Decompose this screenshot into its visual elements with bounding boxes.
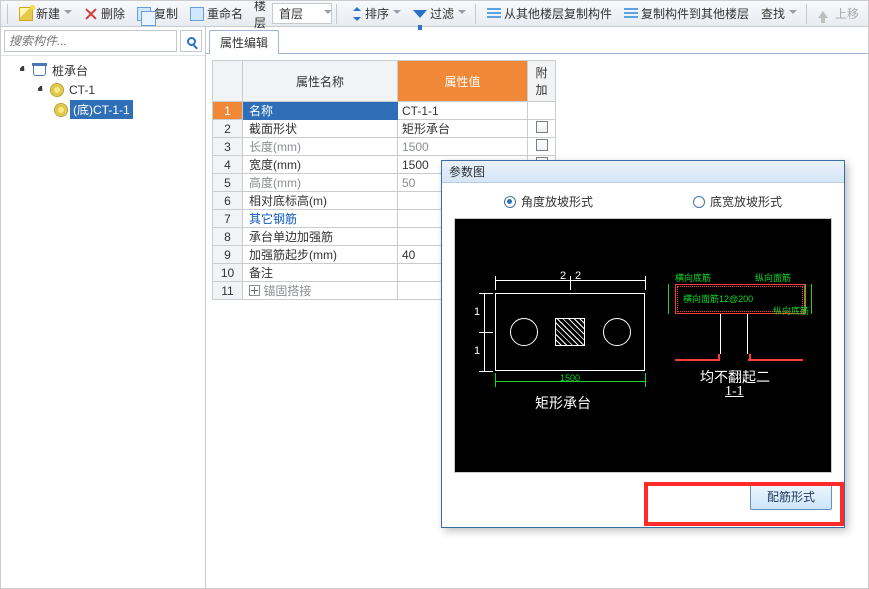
radio-icon bbox=[693, 196, 705, 208]
copy-from-button[interactable]: 从其他楼层复制构件 bbox=[482, 2, 617, 25]
gear-icon bbox=[55, 104, 67, 116]
new-icon bbox=[19, 7, 33, 21]
find-button[interactable]: 查找 bbox=[756, 2, 802, 25]
copy-to-button[interactable]: 复制构件到其他楼层 bbox=[619, 2, 754, 25]
copy-button[interactable]: 复制 bbox=[132, 2, 183, 25]
search-icon bbox=[187, 37, 196, 46]
delete-button[interactable]: 删除 bbox=[79, 2, 130, 25]
collapse-icon[interactable] bbox=[37, 85, 48, 96]
table-row[interactable]: 2截面形状矩形承台 bbox=[213, 120, 556, 138]
rename-button[interactable]: 重命名 bbox=[185, 2, 248, 25]
tab-properties[interactable]: 属性编辑 bbox=[209, 30, 279, 54]
main-toolbar: 新建 删除 复制 重命名 楼层 首层 排序 过滤 bbox=[1, 1, 868, 27]
rename-icon bbox=[190, 7, 204, 21]
extra-checkbox[interactable] bbox=[528, 120, 556, 138]
search-input[interactable] bbox=[4, 30, 177, 52]
chevron-down-icon bbox=[393, 10, 401, 17]
tree-root[interactable]: 桩承台 bbox=[3, 60, 203, 81]
pile-cap-icon bbox=[33, 65, 46, 76]
sort-button[interactable]: 排序 bbox=[343, 2, 406, 25]
table-row[interactable]: 3长度(mm)1500 bbox=[213, 138, 556, 156]
value-cell[interactable]: CT-1-1 bbox=[398, 102, 528, 120]
arrow-up-icon bbox=[818, 11, 828, 18]
gear-icon bbox=[51, 84, 63, 96]
expand-icon[interactable] bbox=[249, 285, 260, 296]
component-tree: 桩承台 CT-1 (底)CT-1-1 bbox=[1, 56, 205, 588]
checkbox-icon[interactable] bbox=[536, 121, 548, 133]
value-cell[interactable]: 1500 bbox=[398, 138, 528, 156]
filter-icon bbox=[413, 10, 427, 18]
value-cell[interactable]: 矩形承台 bbox=[398, 120, 528, 138]
checkbox-icon[interactable] bbox=[536, 139, 548, 151]
move-up-button: 上移 bbox=[813, 2, 864, 25]
tree-child-ct1-1[interactable]: (底)CT-1-1 bbox=[3, 99, 203, 120]
chevron-down-icon bbox=[458, 10, 466, 17]
dialog-title: 参数图 bbox=[442, 161, 844, 183]
filter-button[interactable]: 过滤 bbox=[408, 2, 471, 25]
collapse-icon[interactable] bbox=[19, 65, 30, 76]
layers-icon bbox=[487, 8, 501, 20]
cad-preview: 2 2 1 1 1500 矩形承台 bbox=[454, 218, 832, 473]
col-header-value: 属性值 bbox=[398, 61, 528, 102]
copy-icon bbox=[137, 7, 151, 21]
left-panel: 桩承台 CT-1 (底)CT-1-1 bbox=[1, 27, 206, 588]
col-header-extra: 附加 bbox=[528, 61, 556, 102]
layers-icon bbox=[624, 8, 638, 20]
search-button[interactable] bbox=[180, 30, 202, 52]
radio-icon bbox=[504, 196, 516, 208]
chevron-down-icon bbox=[789, 10, 797, 17]
param-dialog: 参数图 角度放坡形式 底宽放坡形式 bbox=[441, 160, 845, 528]
chevron-down-icon bbox=[64, 10, 72, 17]
table-row[interactable]: 1名称CT-1-1 bbox=[213, 102, 556, 120]
new-button[interactable]: 新建 bbox=[14, 2, 77, 25]
layer-select[interactable]: 首层 bbox=[272, 3, 332, 24]
extra-checkbox[interactable] bbox=[528, 102, 556, 120]
delete-icon bbox=[84, 7, 98, 21]
layer-label: 楼层 bbox=[254, 0, 270, 31]
sort-icon bbox=[348, 7, 362, 21]
col-header-name: 属性名称 bbox=[243, 61, 398, 102]
tree-child-ct1[interactable]: CT-1 bbox=[3, 81, 203, 99]
rebar-form-button[interactable]: 配筋形式 bbox=[750, 483, 832, 510]
chevron-down-icon bbox=[324, 10, 332, 17]
radio-bottom-slope[interactable]: 底宽放坡形式 bbox=[693, 193, 782, 210]
radio-angle-slope[interactable]: 角度放坡形式 bbox=[504, 193, 593, 210]
extra-checkbox[interactable] bbox=[528, 138, 556, 156]
tab-bar: 属性编辑 bbox=[206, 27, 868, 54]
